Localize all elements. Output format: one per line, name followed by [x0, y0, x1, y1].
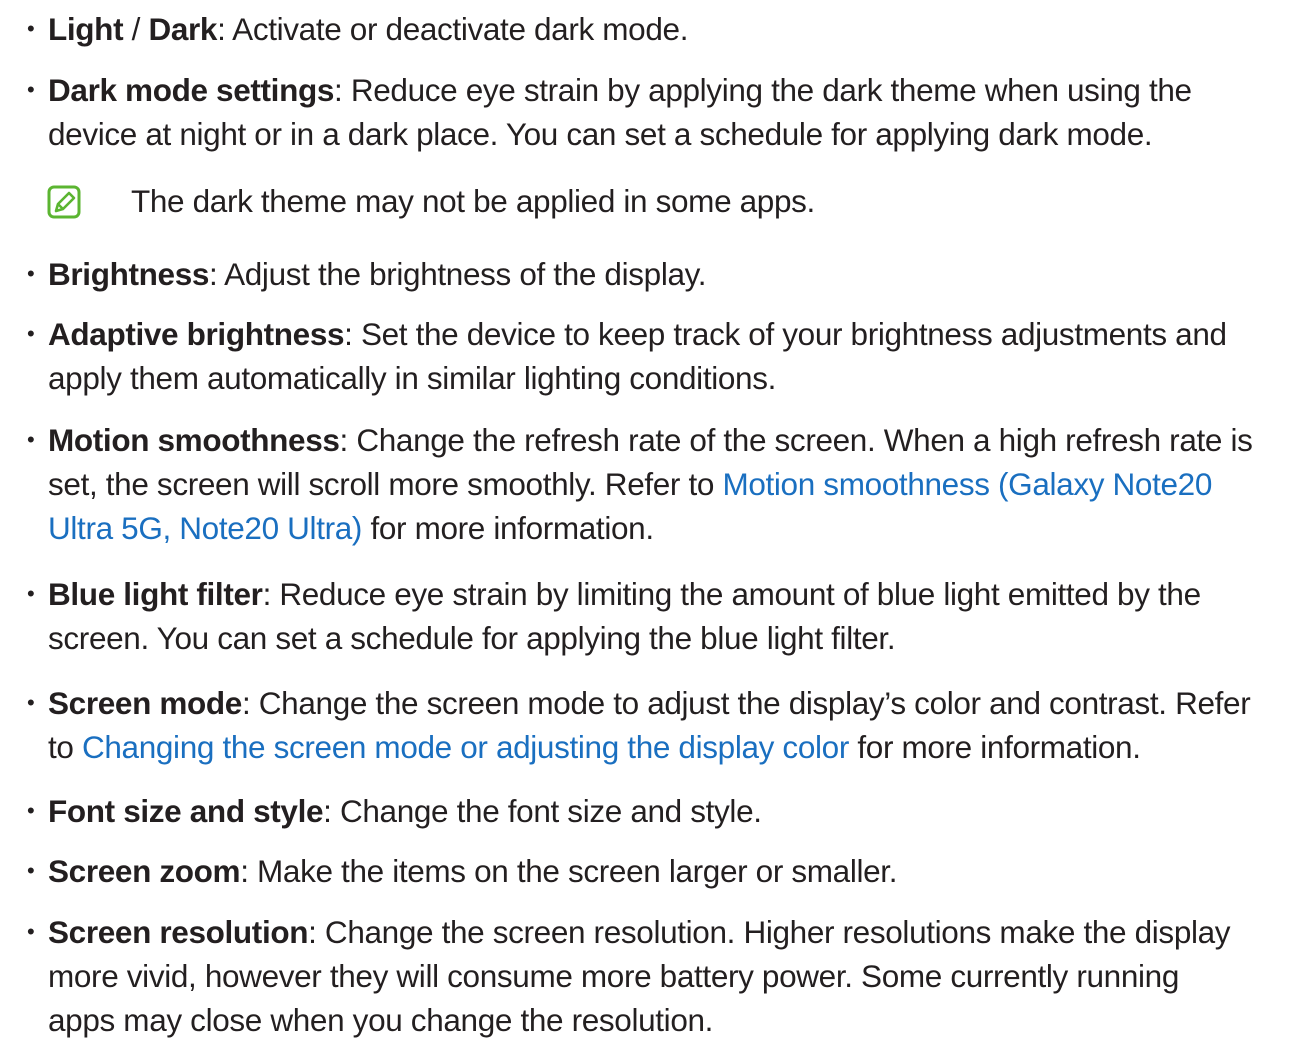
- bullet: •: [27, 16, 35, 41]
- description-line-2: screen. You can set a schedule for apply…: [48, 620, 896, 656]
- bullet: •: [27, 690, 35, 715]
- description-line-2: device at night or in a dark place. You …: [48, 116, 1153, 152]
- term: Screen zoom: [48, 853, 241, 889]
- description-line-1: : Change the screen resolution. Higher r…: [308, 914, 1231, 950]
- description-line-1: : Reduce eye strain by applying the dark…: [334, 72, 1192, 108]
- bullet: •: [27, 77, 35, 102]
- description-line-1: : Change the screen mode to adjust the d…: [241, 685, 1251, 721]
- term-light: Light: [48, 11, 124, 47]
- description-line-2: apply them automatically in similar ligh…: [48, 360, 777, 396]
- bullet: •: [27, 261, 35, 286]
- description-line-1: : Change the refresh rate of the screen.…: [339, 422, 1253, 458]
- separator: /: [123, 11, 149, 47]
- bullet: •: [27, 321, 35, 346]
- link-motion-smoothness-cont[interactable]: Ultra 5G, Note20 Ultra): [48, 510, 362, 546]
- term: Adaptive brightness: [48, 316, 345, 352]
- description-line-2: set, the screen will scroll more smoothl…: [48, 466, 723, 502]
- description-prefix: to: [48, 729, 82, 765]
- link-motion-smoothness[interactable]: Motion smoothness (Galaxy Note20: [722, 466, 1212, 502]
- description-suffix: for more information.: [848, 729, 1141, 765]
- note-text: The dark theme may not be applied in som…: [131, 183, 815, 219]
- description-line-2: more vivid, however they will consume mo…: [48, 958, 1179, 994]
- note-pencil-icon: [47, 185, 81, 219]
- term: Brightness: [48, 256, 210, 292]
- term: Screen mode: [48, 685, 242, 721]
- bullet: •: [27, 919, 35, 944]
- description: : Activate or deactivate dark mode.: [217, 11, 689, 47]
- description: : Adjust the brightness of the display.: [209, 256, 707, 292]
- description-line-1: : Set the device to keep track of your b…: [344, 316, 1227, 352]
- description-line-3: apps may close when you change the resol…: [48, 1002, 714, 1038]
- term: Dark mode settings: [48, 72, 335, 108]
- description-line-1: : Reduce eye strain by limiting the amou…: [262, 576, 1202, 612]
- bullet: •: [27, 798, 35, 823]
- description-line-3: for more information.: [362, 510, 654, 546]
- link-screen-mode[interactable]: Changing the screen mode or adjusting th…: [82, 729, 849, 765]
- bullet: •: [27, 427, 35, 452]
- term: Screen resolution: [48, 914, 309, 950]
- term: Blue light filter: [48, 576, 263, 612]
- description: : Make the items on the screen larger or…: [240, 853, 898, 889]
- term: Motion smoothness: [48, 422, 340, 458]
- bullet: •: [27, 858, 35, 883]
- bullet: •: [27, 581, 35, 606]
- term: Font size and style: [48, 793, 324, 829]
- description: : Change the font size and style.: [323, 793, 762, 829]
- term-dark: Dark: [148, 11, 218, 47]
